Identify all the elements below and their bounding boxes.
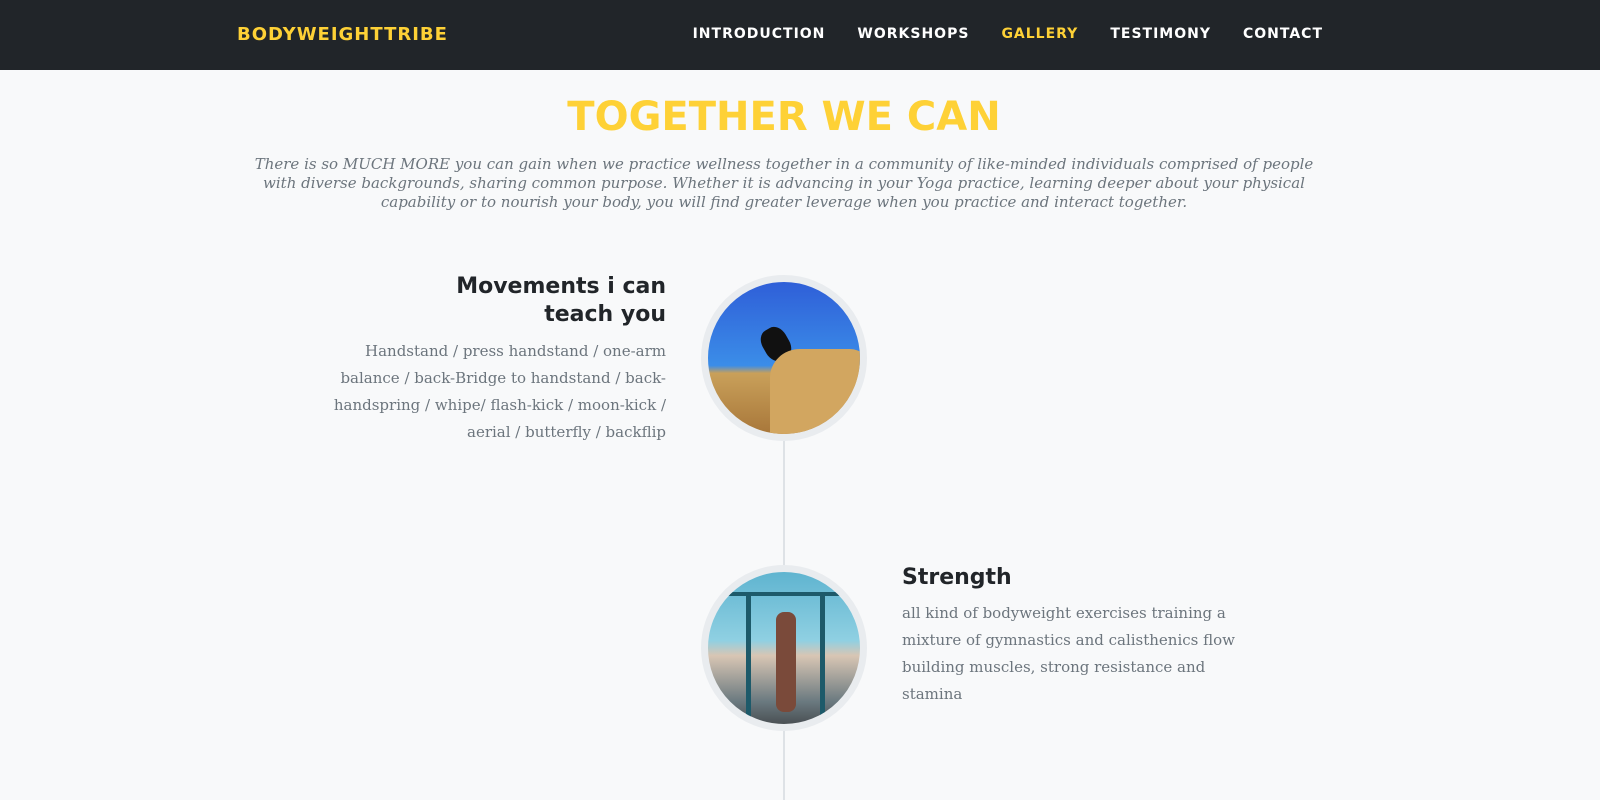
nav-introduction[interactable]: INTRODUCTION	[693, 26, 826, 42]
timeline-text-movements: Handstand / press handstand / one-arm ba…	[333, 342, 666, 441]
nav-testimony[interactable]: TESTIMONY	[1110, 26, 1211, 42]
timeline-heading-movements: Movements i can teach you	[456, 274, 666, 327]
section-title: TOGETHER WE CAN	[567, 94, 1001, 140]
timeline-image-movements	[701, 275, 867, 441]
navbar: BODYWEIGHTTRIBE INTRODUCTION WORKSHOPS G…	[0, 0, 1600, 70]
nav-contact[interactable]: CONTACT	[1243, 26, 1323, 42]
section-lead: There is so MUCH MORE you can gain when …	[254, 155, 1314, 211]
timeline-heading-strength: Strength	[902, 565, 1012, 590]
brand-logo[interactable]: BODYWEIGHTTRIBE	[237, 24, 448, 45]
nav-gallery[interactable]: GALLERY	[1001, 26, 1078, 42]
nav-workshops[interactable]: WORKSHOPS	[857, 26, 969, 42]
nav-menu: INTRODUCTION WORKSHOPS GALLERY TESTIMONY…	[693, 26, 1323, 42]
timeline-image-strength	[701, 565, 867, 731]
timeline-text-strength: all kind of bodyweight exercises trainin…	[902, 604, 1236, 703]
